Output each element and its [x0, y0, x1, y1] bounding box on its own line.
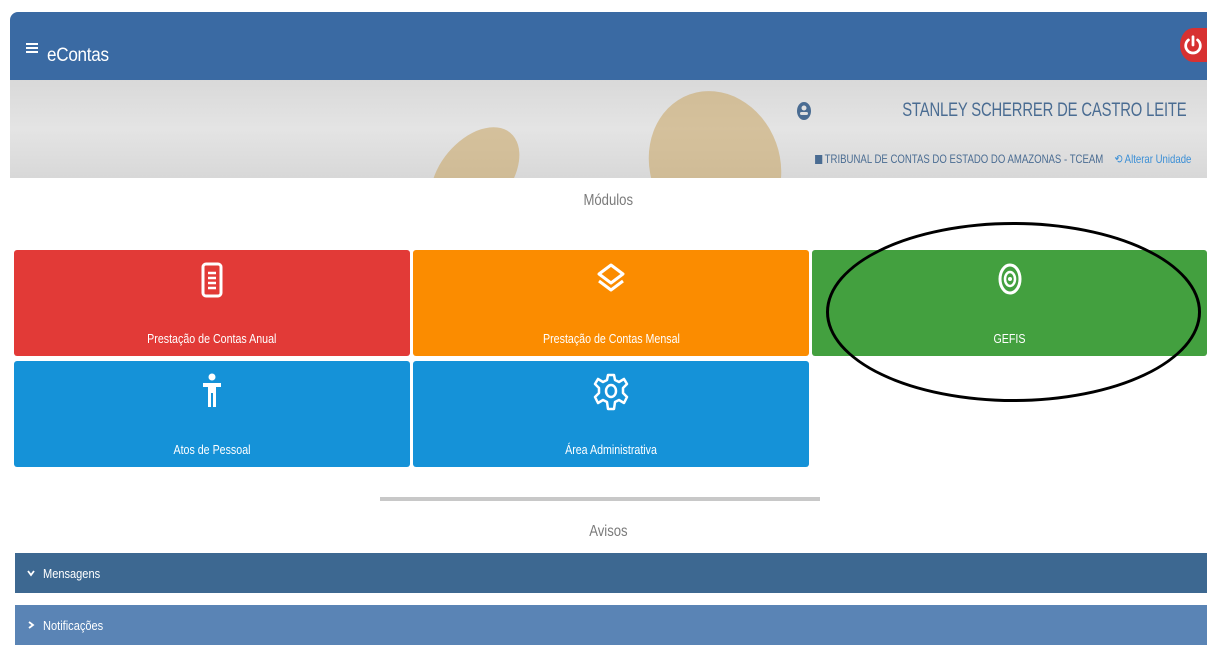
- change-unit-label: Alterar Unidade: [1124, 152, 1191, 166]
- document-icon: [201, 262, 223, 298]
- module-area-administrativa[interactable]: Área Administrativa: [413, 361, 809, 467]
- module-label: Prestação de Contas Mensal: [542, 331, 680, 346]
- organization-name: TRIBUNAL DE CONTAS DO ESTADO DO AMAZONAS…: [824, 152, 1103, 166]
- user-name: STANLEY SCHERRER DE CASTRO LEITE: [902, 100, 1188, 121]
- layers-icon: [597, 263, 625, 292]
- app-title: eContas: [47, 45, 109, 66]
- module-label: Prestação de Contas Anual: [147, 331, 277, 346]
- chevron-right-icon: [28, 621, 35, 629]
- notifications-label: Notificações: [43, 617, 104, 633]
- messages-accordion[interactable]: Mensagens: [15, 553, 1207, 593]
- user-icon: [797, 102, 812, 120]
- module-label: Atos de Pessoal: [173, 442, 251, 457]
- top-bar: eContas: [10, 12, 1207, 80]
- user-info: STANLEY SCHERRER DE CASTRO LEITE: [796, 100, 1187, 122]
- module-label: GEFIS: [993, 331, 1026, 346]
- change-unit-link[interactable]: ⟲ Alterar Unidade: [1114, 152, 1191, 166]
- module-atos-pessoal[interactable]: Atos de Pessoal: [14, 361, 410, 467]
- power-button[interactable]: [1180, 28, 1207, 62]
- user-banner: STANLEY SCHERRER DE CASTRO LEITE TRIBUNA…: [10, 80, 1207, 178]
- building-icon: [814, 154, 822, 164]
- power-icon: [1184, 35, 1202, 55]
- emblem-wing-right: [628, 80, 802, 178]
- hamburger-icon[interactable]: [26, 39, 46, 57]
- module-gefis[interactable]: GEFIS: [812, 250, 1207, 356]
- emblem-wing-left: [412, 110, 538, 178]
- person-icon: [203, 373, 221, 407]
- gear-icon: [593, 373, 629, 411]
- page: eContas STANLEY SCHERRER DE CASTRO LEITE…: [0, 0, 1207, 660]
- notifications-accordion[interactable]: Notificações: [15, 605, 1207, 645]
- module-label: Área Administrativa: [565, 442, 657, 457]
- chevron-down-icon: [27, 570, 35, 577]
- modules-panel: Módulos Prestação de Contas Anual Presta…: [10, 178, 1207, 498]
- modules-title: Módulos: [583, 192, 634, 209]
- notices-title: Avisos: [589, 523, 628, 540]
- target-icon: [998, 263, 1021, 295]
- module-prestacao-mensal[interactable]: Prestação de Contas Mensal: [413, 250, 809, 356]
- notices-panel: Avisos Mensagens Notificações: [10, 501, 1207, 660]
- organization-line: TRIBUNAL DE CONTAS DO ESTADO DO AMAZONAS…: [814, 152, 1191, 166]
- messages-label: Mensagens: [43, 565, 101, 581]
- module-prestacao-anual[interactable]: Prestação de Contas Anual: [14, 250, 410, 356]
